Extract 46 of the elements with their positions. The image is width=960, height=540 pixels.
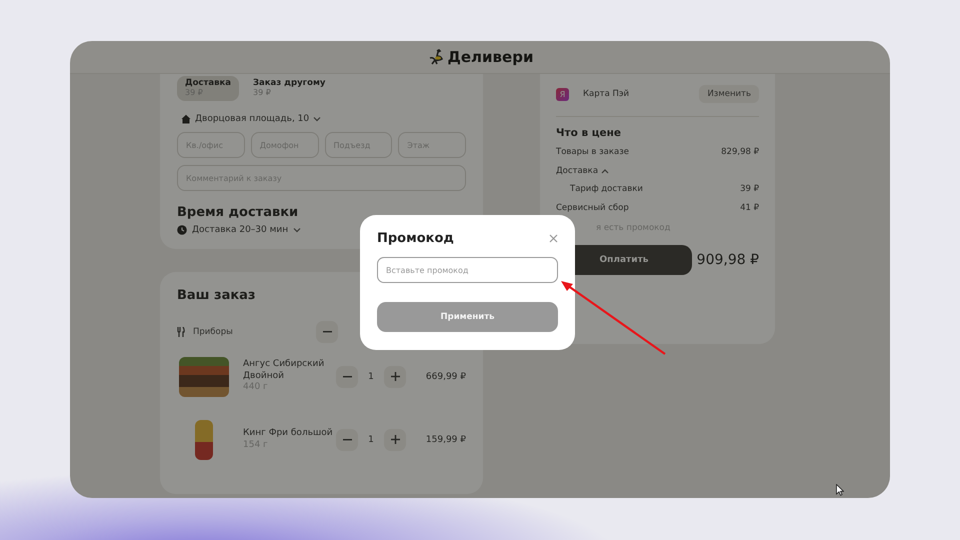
delivery-time-option[interactable]: Доставка 20–30 мин xyxy=(192,225,288,235)
mouse-cursor-icon xyxy=(836,484,844,496)
section-title: Ваш заказ xyxy=(177,288,256,303)
price-value: 829,98 ₽ xyxy=(721,147,759,158)
minus-icon xyxy=(322,331,332,333)
item-price: 669,99 ₽ xyxy=(424,372,466,382)
minus-icon xyxy=(342,376,352,378)
plus-button[interactable] xyxy=(384,428,406,450)
clock-icon xyxy=(177,225,187,235)
plus-button[interactable] xyxy=(384,366,406,388)
price-group-toggle[interactable]: Доставка xyxy=(556,166,598,176)
item-name: Ангус Сибирский Двойной xyxy=(243,358,326,382)
payment-logo-icon: Я xyxy=(556,88,569,100)
item-quantity: 1 xyxy=(367,372,375,382)
minus-button[interactable] xyxy=(336,366,358,388)
logo-text: Деливери xyxy=(448,48,534,66)
price-value: 41 ₽ xyxy=(740,202,759,213)
photo-placeholder xyxy=(179,356,229,396)
chevron-icon xyxy=(293,227,302,233)
cutlery-icon xyxy=(177,327,185,337)
item-quantity: 1 xyxy=(367,434,375,444)
cutlery-label: Приборы xyxy=(193,327,234,337)
plus-icon xyxy=(390,372,400,381)
minus-button[interactable] xyxy=(316,321,338,343)
change-button[interactable]: Изменить xyxy=(699,85,759,103)
house-icon xyxy=(181,114,191,124)
minus-icon xyxy=(342,438,352,440)
section-title: Что в цене xyxy=(556,127,622,139)
price-label: Сервисный сбор xyxy=(556,202,629,213)
ostrich-logo-icon xyxy=(426,49,444,65)
plus-icon xyxy=(390,435,400,444)
item-name: Кинг Фри большой xyxy=(243,428,334,440)
dialog-title: Промокод xyxy=(377,231,454,246)
address-text[interactable]: Дворцовая площадь, 10 xyxy=(195,114,310,124)
chevron-icon xyxy=(313,116,322,122)
price-label: Тариф доставки xyxy=(570,184,643,194)
item-price: 159,99 ₽ xyxy=(424,434,466,444)
price-value: 39 ₽ xyxy=(740,184,759,194)
photo-placeholder xyxy=(195,420,213,460)
payment-method: Карта Пэй xyxy=(583,89,630,99)
section-title: Время доставки xyxy=(177,205,300,220)
close-icon[interactable] xyxy=(549,234,558,243)
price-label: Товары в заказе xyxy=(556,147,629,158)
promo-input-field[interactable]: Вставьте промокод xyxy=(377,257,558,283)
total-amount: 909,98 ₽ xyxy=(696,252,759,268)
minus-button[interactable] xyxy=(336,428,358,450)
